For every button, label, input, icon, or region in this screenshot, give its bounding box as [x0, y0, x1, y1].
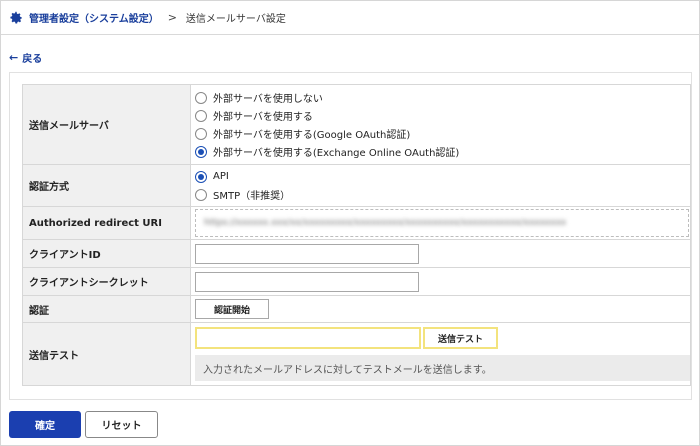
label-auth-method: 認証方式	[22, 164, 191, 207]
auth-method-options: API SMTP（非推奨）	[190, 164, 691, 207]
client-secret-cell	[190, 267, 691, 296]
row-client-secret: クライアントシークレット	[22, 267, 691, 296]
mail-server-options: 外部サーバを使用しない 外部サーバを使用する 外部サーバを使用する(Google…	[190, 84, 691, 165]
arrow-left-icon: ←	[9, 51, 19, 64]
breadcrumb: 管理者設定（システム設定） > 送信メールサーバ設定	[1, 1, 699, 35]
label-auth: 認証	[22, 295, 191, 323]
row-client-id: クライアントID	[22, 239, 691, 268]
radio-option-exchange-oauth[interactable]: 外部サーバを使用する(Exchange Online OAuth認証)	[195, 143, 690, 161]
label-client-secret: クライアントシークレット	[22, 267, 191, 296]
row-auth: 認証 認証開始	[22, 295, 691, 323]
redirect-uri-value: https://xxxxxx.xxx/xx/xxxxxxxxx/xxxxxxxx…	[204, 218, 567, 228]
radio-label: API	[213, 171, 229, 182]
label-redirect-uri: Authorized redirect URI	[22, 206, 191, 240]
settings-form: 送信メールサーバ 外部サーバを使用しない 外部サーバを使用する 外部サーバを使用…	[22, 84, 691, 386]
radio-button[interactable]	[195, 91, 207, 104]
radio-option-smtp[interactable]: SMTP（非推奨）	[195, 186, 690, 204]
label-send-test: 送信テスト	[22, 322, 191, 386]
row-redirect-uri: Authorized redirect URI https://xxxxxx.x…	[22, 206, 691, 240]
radio-button[interactable]	[195, 109, 207, 122]
label-mail-server: 送信メールサーバ	[22, 84, 191, 165]
auth-cell: 認証開始	[190, 295, 691, 323]
radio-option-google-oauth[interactable]: 外部サーバを使用する(Google OAuth認証)	[195, 125, 690, 143]
client-secret-input[interactable]	[195, 271, 419, 292]
send-test-button[interactable]: 送信テスト	[423, 327, 498, 349]
send-test-note: 入力されたメールアドレスに対してテストメールを送信します。	[195, 355, 690, 381]
radio-option-api[interactable]: API	[195, 168, 690, 186]
client-id-cell	[190, 239, 691, 268]
start-auth-button[interactable]: 認証開始	[195, 299, 269, 319]
radio-button[interactable]	[195, 188, 207, 201]
row-mail-server: 送信メールサーバ 外部サーバを使用しない 外部サーバを使用する 外部サーバを使用…	[22, 84, 691, 165]
radio-label: 外部サーバを使用しない	[213, 94, 323, 105]
send-test-controls: 送信テスト	[195, 327, 690, 349]
radio-label: SMTP（非推奨）	[213, 191, 291, 202]
reset-button[interactable]: リセット	[85, 411, 158, 438]
radio-option-no-external[interactable]: 外部サーバを使用しない	[195, 89, 690, 107]
client-id-input[interactable]	[195, 243, 419, 264]
redirect-uri-field[interactable]: https://xxxxxx.xxx/xx/xxxxxxxxx/xxxxxxxx…	[195, 209, 689, 237]
radio-option-external[interactable]: 外部サーバを使用する	[195, 107, 690, 125]
back-link[interactable]: ← 戻る	[9, 50, 42, 65]
send-test-cell: 送信テスト 入力されたメールアドレスに対してテストメールを送信します。	[190, 322, 691, 386]
radio-button[interactable]	[195, 127, 207, 140]
label-client-id: クライアントID	[22, 239, 191, 268]
radio-button-selected[interactable]	[195, 170, 207, 183]
radio-label: 外部サーバを使用する(Exchange Online OAuth認証)	[213, 148, 460, 159]
radio-button-selected[interactable]	[195, 145, 207, 158]
radio-label: 外部サーバを使用する	[213, 112, 313, 123]
breadcrumb-parent-link[interactable]: 管理者設定（システム設定）	[29, 10, 159, 25]
breadcrumb-separator: >	[167, 11, 177, 24]
gear-icon	[10, 11, 23, 23]
test-email-input[interactable]	[195, 327, 421, 349]
breadcrumb-current: 送信メールサーバ設定	[185, 14, 286, 25]
back-link-label: 戻る	[22, 54, 43, 65]
row-send-test: 送信テスト 送信テスト 入力されたメールアドレスに対してテストメールを送信します…	[22, 322, 691, 386]
row-auth-method: 認証方式 API SMTP（非推奨）	[22, 164, 691, 207]
radio-label: 外部サーバを使用する(Google OAuth認証)	[213, 130, 411, 141]
redirect-uri-cell: https://xxxxxx.xxx/xx/xxxxxxxxx/xxxxxxxx…	[190, 206, 691, 240]
confirm-button[interactable]: 確定	[9, 411, 81, 438]
